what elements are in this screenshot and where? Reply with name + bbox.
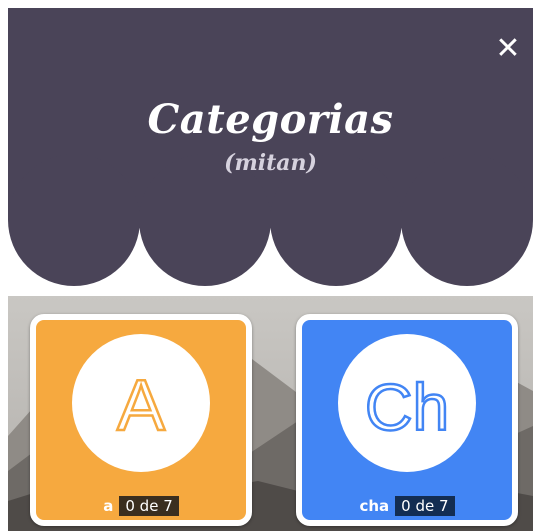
app-frame: ✕ Categorias (mitan) A a 0 de 7 Ch cha 0 d… xyxy=(8,8,533,531)
card-footer: a 0 de 7 xyxy=(36,496,246,516)
card-footer: cha 0 de 7 xyxy=(302,496,512,516)
category-label: cha xyxy=(359,497,390,515)
svg-text:A: A xyxy=(117,366,165,446)
close-icon[interactable]: ✕ xyxy=(493,34,523,64)
letter-glyph: A xyxy=(116,365,167,448)
page-title: Categorias xyxy=(147,96,394,143)
progress-badge: 0 de 7 xyxy=(119,496,179,516)
page-subtitle: (mitan) xyxy=(224,150,317,176)
letter-circle: A xyxy=(72,334,210,472)
category-label: a xyxy=(103,497,114,515)
letter-glyph: Ch xyxy=(364,369,451,446)
letter-circle: Ch xyxy=(338,334,476,472)
category-card-ch[interactable]: Ch cha 0 de 7 xyxy=(296,314,518,526)
progress-badge: 0 de 7 xyxy=(395,496,455,516)
svg-text:Ch: Ch xyxy=(365,370,449,444)
category-card-a[interactable]: A a 0 de 7 xyxy=(30,314,252,526)
